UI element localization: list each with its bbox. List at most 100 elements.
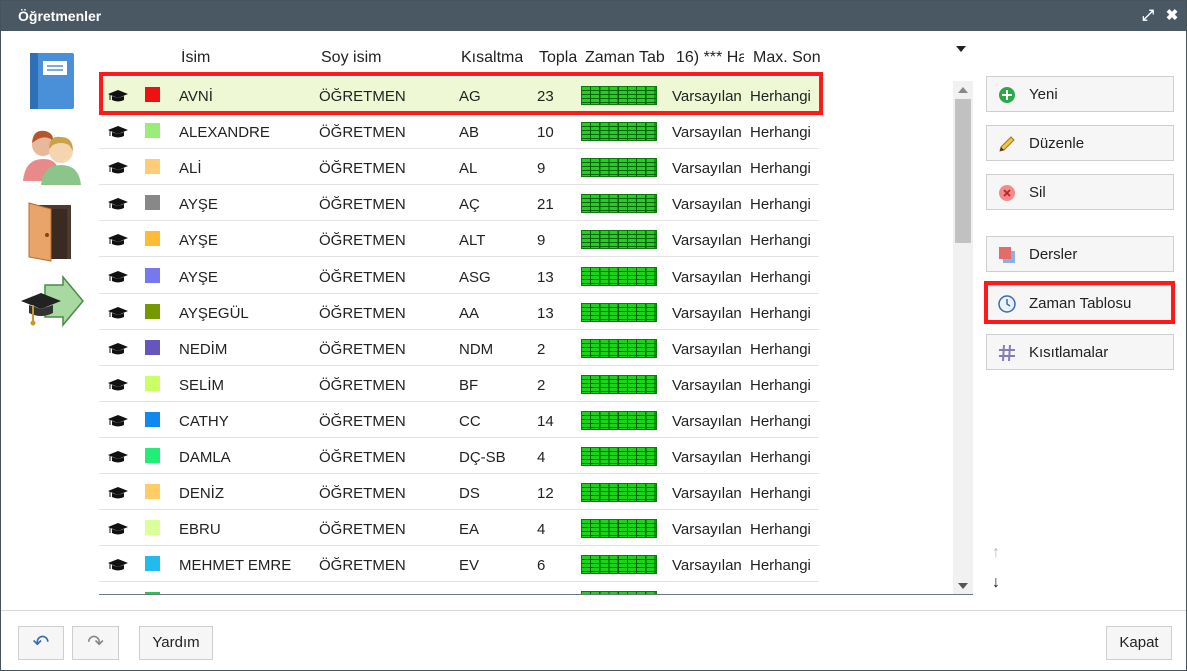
timetable-preview[interactable]	[581, 555, 657, 575]
teacher-abbreviation: EV	[459, 557, 480, 575]
teacher-name: CATHY	[179, 412, 229, 430]
teacher-name: ALİ	[179, 160, 202, 178]
book-icon[interactable]	[21, 49, 85, 113]
help-button[interactable]: Yardım	[139, 626, 213, 660]
teacher-abbreviation: EA	[459, 521, 480, 539]
timetable-preview[interactable]	[581, 230, 657, 250]
table-row[interactable]: ALEXANDRE ÖĞRETMEN AB 10 Varsayılan Herhangi	[99, 113, 819, 150]
table-row[interactable]: SELİM ÖĞRETMEN BF 2 Varsayılan Herhangi	[99, 366, 819, 402]
table-row[interactable]: CATHY ÖĞRETMEN CC 14 Varsayılan Herhangi	[99, 402, 819, 438]
edit-button[interactable]: Düzenle	[986, 125, 1174, 161]
door-icon[interactable]	[21, 199, 85, 263]
redo-icon: ↷	[87, 632, 104, 654]
timetable-preview[interactable]	[581, 338, 657, 358]
table-row[interactable]: AYŞE ÖĞRETMEN ALT 9 Varsayılan Herhangi	[99, 221, 819, 258]
teacher-max-son: Herhangi	[750, 412, 811, 430]
teacher-option-default: Varsayılan	[672, 304, 742, 322]
close-icon[interactable]: ✖	[1162, 6, 1182, 26]
timetable-preview[interactable]	[581, 266, 657, 286]
timetable-preview[interactable]	[581, 302, 657, 322]
teacher-total: 4	[537, 521, 546, 539]
timetable-preview[interactable]	[581, 447, 657, 466]
table-row[interactable]: EBRU ÖĞRETMEN EA 4 Varsayılan Herhangi	[99, 510, 819, 547]
teacher-surname: ÖĞRETMEN	[319, 124, 406, 142]
column-timetable[interactable]: Zaman Tab	[585, 49, 665, 67]
teacher-max-son: Herhangi	[750, 557, 811, 575]
column-total[interactable]: Topla	[539, 49, 577, 67]
scroll-up-icon[interactable]	[958, 87, 968, 93]
timetable-preview[interactable]	[581, 122, 657, 142]
timetable-preview[interactable]	[581, 158, 657, 178]
teacher-abbreviation: DÇ-SB	[459, 449, 506, 466]
move-down-icon[interactable]: ↓	[992, 574, 1000, 592]
table-row[interactable]: AYŞE ÖĞRETMEN ASG 13 Varsayılan Herhangi	[99, 258, 819, 294]
timetable-preview[interactable]	[581, 483, 657, 503]
column-16-ha[interactable]: 16) *** Ha	[676, 49, 744, 67]
teacher-surname: ÖĞRETMEN	[319, 304, 406, 322]
graduation-cap-icon	[108, 378, 128, 391]
graduation-cap-icon	[108, 414, 128, 427]
lessons-button[interactable]: Dersler	[986, 236, 1174, 272]
graduation-cap-icon	[108, 451, 128, 463]
color-swatch	[145, 520, 160, 536]
table-row[interactable]: AVNİ ÖĞRETMEN AG 23 Varsayılan Herhangi	[99, 77, 819, 113]
clock-icon	[998, 295, 1016, 313]
maximize-icon[interactable]: ⤢	[1138, 6, 1158, 26]
delete-label: Sil	[1029, 184, 1046, 201]
lessons-label: Dersler	[1029, 246, 1078, 263]
table-row[interactable]: DENİZ ÖĞRETMEN DS 12 Varsayılan Herhangi	[99, 474, 819, 511]
table-row[interactable]: AYŞEGÜL ÖĞRETMEN AA 13 Varsayılan Herhangi	[99, 294, 819, 330]
timetable-preview[interactable]	[581, 519, 657, 539]
vertical-scrollbar[interactable]	[953, 81, 973, 594]
graduation-cap-icon	[108, 198, 128, 210]
move-up-icon[interactable]: ↑	[992, 544, 1000, 562]
delete-button[interactable]: Sil	[986, 174, 1174, 210]
edit-label: Düzenle	[1029, 135, 1085, 152]
new-button[interactable]: Yeni	[986, 76, 1174, 112]
teacher-option-default: Varsayılan	[672, 485, 742, 503]
timetable-preview[interactable]	[581, 410, 657, 430]
graduation-cap-icon	[108, 559, 128, 571]
teacher-surname: ÖĞRETMEN	[319, 160, 406, 178]
column-max-son[interactable]: Max. Son	[753, 49, 821, 67]
timetable-button[interactable]: Zaman Tablosu	[986, 285, 1174, 321]
close-button[interactable]: Kapat	[1106, 626, 1172, 660]
delete-circle-icon	[999, 185, 1015, 201]
table-row[interactable]: NEDİM ÖĞRETMEN NDM 2 Varsayılan Herhangi	[99, 330, 819, 366]
column-abbreviation[interactable]: Kısaltma	[461, 49, 523, 67]
people-icon[interactable]	[21, 123, 85, 187]
teacher-total: 6	[537, 557, 546, 575]
column-surname[interactable]: Soy isim	[321, 49, 381, 67]
table-row[interactable]: ALİ ÖĞRETMEN AL 9 Varsayılan Herhangi	[99, 149, 819, 186]
column-name[interactable]: İsim	[181, 49, 210, 67]
teacher-abbreviation: AA	[459, 304, 480, 322]
timetable-preview[interactable]	[581, 374, 657, 394]
undo-button[interactable]: ↶	[18, 626, 64, 660]
constraints-button[interactable]: Kısıtlamalar	[986, 334, 1174, 370]
table-row[interactable]: MEHMET EMRE ÖĞRETMEN EV 6 Varsayılan Herhangi	[99, 546, 819, 583]
teacher-abbreviation: AB	[459, 124, 480, 142]
redo-button[interactable]: ↷	[72, 626, 119, 660]
teacher-total: 4	[537, 449, 546, 466]
undo-icon: ↶	[32, 632, 50, 654]
graduation-cap-icon	[108, 342, 128, 355]
teacher-surname: ÖĞRETMEN	[319, 557, 406, 575]
table-row[interactable]: AYŞE ÖĞRETMEN AÇ 21 Varsayılan Herhangi	[99, 185, 819, 222]
teacher-max-son: Herhangi	[750, 124, 811, 142]
teacher-max-son: Herhangi	[750, 232, 811, 250]
teacher-total: 2	[537, 376, 546, 394]
color-swatch	[145, 339, 160, 355]
teacher-name: ALEXANDRE	[179, 124, 270, 142]
graduation-arrow-icon[interactable]	[21, 274, 85, 339]
teacher-max-son: Herhangi	[750, 376, 811, 394]
timetable-preview[interactable]	[581, 194, 657, 214]
scroll-thumb[interactable]	[955, 99, 971, 243]
teacher-option-default: Varsayılan	[672, 449, 742, 466]
scroll-down-icon[interactable]	[958, 583, 968, 589]
timetable-preview[interactable]	[581, 86, 657, 105]
column-menu-icon[interactable]	[956, 46, 966, 52]
table-row[interactable]: DAMLA ÖĞRETMEN DÇ-SB 4 Varsayılan Herhangi	[99, 438, 819, 474]
graduation-cap-icon	[108, 234, 128, 246]
teacher-total: 2	[537, 340, 546, 358]
teacher-surname: ÖĞRETMEN	[319, 521, 406, 539]
